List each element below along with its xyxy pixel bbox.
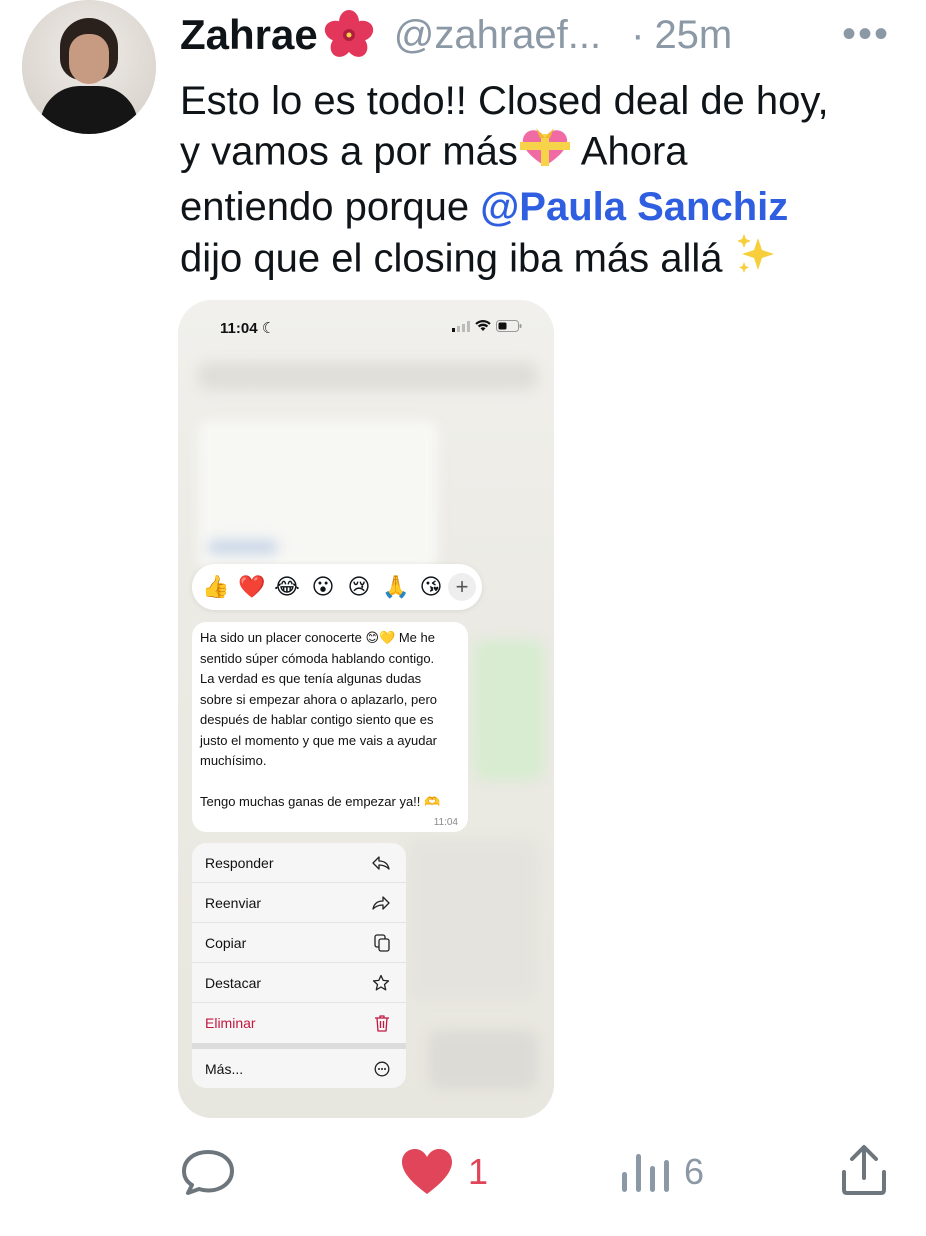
author-name[interactable]: Zahrae [180, 11, 318, 59]
reaction-heart[interactable]: ❤️ [238, 576, 265, 598]
status-bar-time: 11:04 ☾ [220, 320, 276, 337]
menu-item-label: Responder [205, 854, 274, 871]
separator-dot: · [631, 12, 645, 57]
tweet-line-3: entiendo porque @Paula Sanchiz [180, 185, 789, 229]
views-button[interactable]: 6 [620, 1150, 704, 1194]
reaction-pray[interactable]: 🙏 [382, 576, 409, 598]
reply-icon [372, 855, 390, 870]
tweet-text: Esto lo es todo!! Closed deal de hoy, y … [180, 76, 900, 290]
like-count: 1 [468, 1151, 489, 1192]
menu-item-delete[interactable]: Eliminar [192, 1003, 406, 1043]
heart-ribbon-icon [518, 126, 572, 182]
tweet-media-image[interactable]: 11:04 ☾ 👍 ❤️ 😂 😮 😢 🙏 😘 + Ha sido un plac… [178, 300, 554, 1118]
menu-item-label: Destacar [205, 974, 262, 991]
more-circle-icon [374, 1061, 390, 1077]
context-menu: Responder Reenviar Copiar Destacar Elimi… [192, 843, 406, 1088]
forward-icon [372, 895, 390, 910]
menu-item-reply[interactable]: Responder [192, 843, 406, 883]
trash-icon [375, 1015, 389, 1032]
share-icon [842, 1145, 886, 1195]
reply-button[interactable] [180, 1148, 236, 1196]
battery-icon [496, 320, 522, 332]
views-count: 6 [684, 1151, 705, 1192]
heart-icon [402, 1149, 452, 1194]
share-button[interactable] [840, 1144, 888, 1196]
copy-icon [374, 933, 390, 952]
menu-item-star[interactable]: Destacar [192, 963, 406, 1003]
timestamp[interactable]: 25m [654, 13, 732, 58]
menu-item-label: Copiar [205, 934, 247, 951]
tweet-action-bar: 1 6 [0, 1140, 926, 1210]
tweet-line-1: Esto lo es todo!! Closed deal de hoy, [180, 79, 829, 123]
message-text: Ha sido un placer conocerte 😊💛 Me he sen… [200, 630, 441, 809]
tweet-line-4: dijo que el closing iba más allá [180, 232, 900, 290]
moon-icon: ☾ [261, 320, 276, 337]
reaction-cry[interactable]: 😢 [346, 576, 372, 598]
views-chart-icon [622, 1154, 669, 1192]
reply-bubble-icon [182, 1150, 234, 1195]
reaction-kiss[interactable]: 😘 [418, 576, 444, 598]
reaction-laugh[interactable]: 😂 [274, 576, 300, 598]
tweet-line-2: y vamos a por más Ahora [180, 126, 900, 182]
reaction-bar: 👍 ❤️ 😂 😮 😢 🙏 😘 + [192, 564, 482, 610]
message-time: 11:04 [433, 817, 458, 828]
reaction-surprised[interactable]: 😮 [310, 576, 336, 598]
reaction-thumbs-up[interactable]: 👍 [202, 576, 229, 598]
add-reaction-button[interactable]: + [448, 573, 476, 601]
tweet-header: Zahrae @zahraef... · 25m [180, 10, 732, 60]
author-handle[interactable]: @zahraef... [394, 13, 601, 58]
menu-item-label: Eliminar [205, 1015, 256, 1031]
avatar[interactable] [22, 0, 156, 134]
more-options-icon[interactable]: ••• [842, 14, 890, 54]
signal-icon [452, 320, 470, 332]
sparkles-icon [734, 232, 780, 290]
menu-item-copy[interactable]: Copiar [192, 923, 406, 963]
status-bar-icons [452, 320, 522, 332]
hibiscus-icon [322, 8, 376, 62]
menu-item-more[interactable]: Más... [192, 1049, 406, 1088]
menu-item-label: Reenviar [205, 894, 262, 911]
menu-item-forward[interactable]: Reenviar [192, 883, 406, 923]
message-bubble[interactable]: Ha sido un placer conocerte 😊💛 Me he sen… [192, 622, 468, 832]
star-icon [372, 974, 390, 990]
like-button[interactable]: 1 [400, 1148, 488, 1196]
wifi-icon [475, 320, 491, 331]
menu-item-label: Más... [205, 1061, 244, 1077]
mention-link[interactable]: @Paula Sanchiz [480, 185, 788, 229]
